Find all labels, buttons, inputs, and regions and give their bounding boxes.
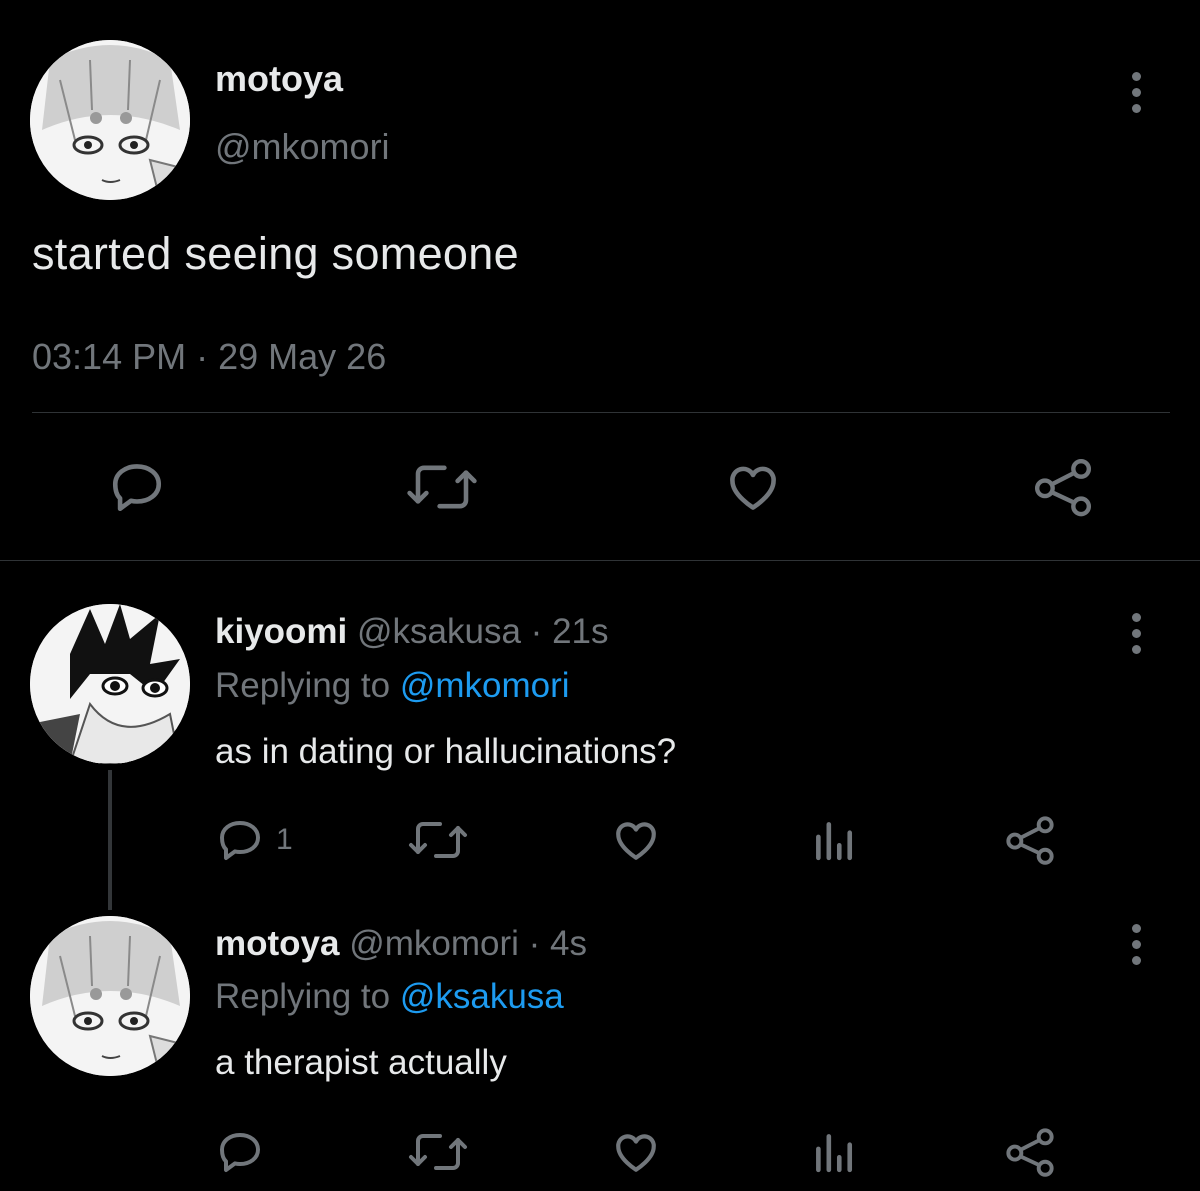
reply-age: 4s — [550, 924, 587, 963]
tweet-text: started seeing someone — [32, 228, 519, 279]
author-name[interactable]: motoya — [215, 924, 339, 963]
retweet-icon[interactable] — [406, 458, 478, 516]
like-icon[interactable] — [610, 815, 662, 865]
reply-header: motoya @mkomori · 4s — [215, 924, 587, 964]
retweet-icon[interactable] — [408, 1128, 468, 1176]
tweet-timestamp[interactable]: 03:14 PM · 29 May 26 — [32, 336, 386, 378]
divider — [0, 560, 1200, 561]
avatar-illustration — [30, 604, 190, 764]
replying-to: Replying to @mkomori — [215, 666, 570, 706]
separator-dot: · — [196, 336, 209, 377]
reply-icon[interactable] — [216, 1128, 264, 1176]
like-icon[interactable] — [610, 1127, 662, 1177]
share-icon[interactable] — [1032, 456, 1094, 518]
analytics-icon[interactable] — [812, 1128, 854, 1174]
avatar-kiyoomi[interactable] — [30, 604, 190, 764]
author-handle[interactable]: @mkomori — [215, 126, 390, 168]
divider — [32, 412, 1170, 413]
mention-link[interactable]: @mkomori — [400, 666, 570, 705]
reply-icon[interactable] — [216, 816, 264, 864]
author-handle[interactable]: @mkomori — [349, 924, 519, 963]
avatar-illustration — [30, 40, 190, 200]
retweet-icon[interactable] — [408, 816, 468, 864]
share-icon[interactable] — [1004, 1126, 1056, 1178]
tweet-date: 29 May 26 — [218, 336, 387, 377]
replying-to-label: Replying to — [215, 666, 391, 705]
more-icon[interactable] — [1126, 613, 1146, 654]
separator-dot: · — [530, 612, 543, 651]
avatar-illustration — [30, 916, 190, 1076]
reply-header: kiyoomi @ksakusa · 21s — [215, 612, 609, 652]
replying-to-label: Replying to — [215, 977, 391, 1016]
separator-dot: · — [528, 924, 541, 963]
mention-link[interactable]: @ksakusa — [400, 977, 564, 1016]
more-icon[interactable] — [1126, 72, 1146, 113]
tweet-time: 03:14 PM — [32, 336, 187, 377]
reply-icon[interactable] — [108, 458, 166, 516]
avatar-motoya[interactable] — [30, 916, 190, 1076]
analytics-icon[interactable] — [812, 816, 854, 862]
thread-line — [108, 770, 112, 910]
author-name[interactable]: kiyoomi — [215, 612, 347, 651]
reply-text: as in dating or hallucinations? — [215, 732, 677, 771]
author-name[interactable]: motoya — [215, 58, 343, 100]
like-icon[interactable] — [722, 458, 784, 516]
more-icon[interactable] — [1126, 924, 1146, 965]
share-icon[interactable] — [1004, 814, 1056, 866]
replying-to: Replying to @ksakusa — [215, 977, 564, 1017]
reply-age: 21s — [552, 612, 609, 651]
avatar-motoya[interactable] — [30, 40, 190, 200]
author-handle[interactable]: @ksakusa — [357, 612, 521, 651]
reply-count: 1 — [276, 823, 293, 856]
reply-text: a therapist actually — [215, 1043, 507, 1082]
